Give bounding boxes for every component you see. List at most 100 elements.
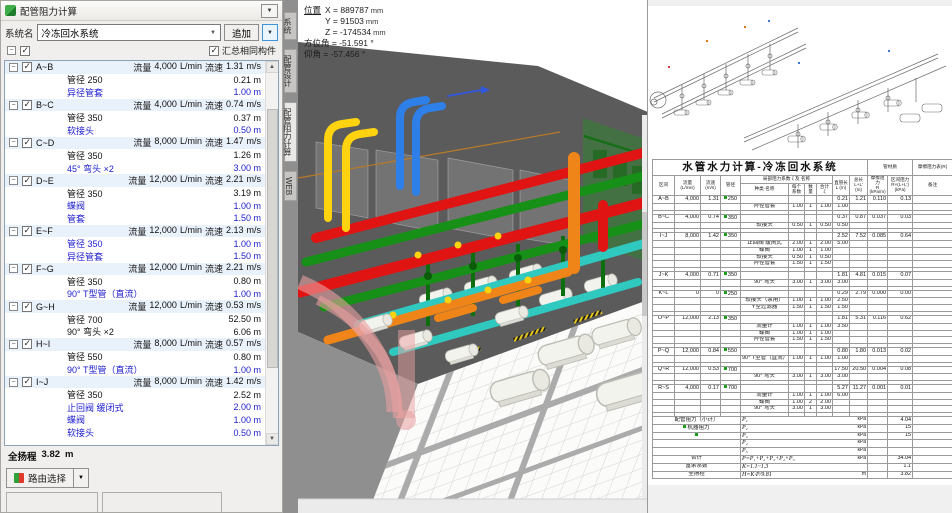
system-select[interactable]: 冷冻回水系统 ▼ (37, 24, 221, 41)
route-icon (14, 473, 24, 483)
segment-id: I~J (36, 377, 74, 387)
summary-row: P₄kPa (653, 440, 952, 448)
collapse-icon[interactable]: − (9, 227, 18, 236)
segment-item-row[interactable]: 异径管套1.50 m (5, 250, 265, 263)
segment-checkbox[interactable] (22, 302, 32, 312)
segment-item-row[interactable]: 异径管套1.00 m (5, 86, 265, 99)
panel-tab-配管设计[interactable]: 配管设计 (284, 49, 297, 93)
segment-item-row[interactable]: 管径 2500.21 m (5, 74, 265, 87)
segment-item-row[interactable]: 管径 70052.50 m (5, 313, 265, 326)
segment-stats: 流量12,000L/min流速2.21m/s (128, 174, 265, 187)
segment-item-row[interactable]: 软接头0.50 m (5, 426, 265, 439)
segment-item-row[interactable]: 90° 弯头 ×26.06 m (5, 325, 265, 338)
collapse-icon[interactable]: − (9, 378, 18, 387)
table-fitting-row: 软接头0.5010.50 (653, 254, 952, 261)
segment-item-row[interactable]: 蝶阀1.00 m (5, 414, 265, 427)
segment-stats: 流量8,000L/min流速1.47m/s (133, 136, 265, 149)
route-dropdown-button[interactable]: ▼ (74, 468, 89, 488)
segment-item-row[interactable]: 管径 3502.52 m (5, 388, 265, 401)
segment-stats: 流量8,000L/min流速0.57m/s (133, 338, 265, 351)
segment-item-row[interactable]: 45° 弯头 ×23.00 m (5, 162, 265, 175)
summary-row: 富余系数K=1.1~1.31.1 (653, 463, 952, 471)
segment-group-row[interactable]: −A~B流量4,000L/min流速1.31m/s (5, 61, 265, 74)
segment-group-row[interactable]: − C~D 流量8,000L/min流速1.47m/s (5, 137, 265, 150)
collapse-all-button[interactable]: − (7, 46, 16, 55)
add-dropdown-button[interactable]: ▼ (262, 24, 278, 41)
drawing-view[interactable]: 水管水力计算-冷冻回水系统管材质摩擦阻力表(R)区间流量 (L/min)流速 (… (648, 0, 952, 513)
segment-group-row[interactable]: −G~H流量12,000L/min流速0.53m/s (5, 300, 265, 313)
segment-checkbox[interactable] (22, 62, 32, 72)
segment-checkbox[interactable] (22, 138, 32, 148)
segment-stats: 流量4,000L/min流速1.31m/s (133, 61, 265, 74)
summary-row: 全扬程H=K·P/9.81m3.82 (653, 471, 952, 479)
total-head-label: 全扬程 (8, 449, 37, 463)
scroll-down-icon[interactable]: ▼ (266, 433, 279, 445)
collapse-icon[interactable]: − (9, 138, 18, 147)
collapse-icon[interactable]: − (9, 101, 18, 110)
table-fitting-row: 90° 弯头3.0013.003.00 (653, 279, 952, 286)
system-select-value: 冷冻回水系统 (42, 26, 99, 40)
segment-item-row[interactable]: 管径 3501.26 m (5, 149, 265, 162)
collapse-icon[interactable]: − (9, 302, 18, 311)
segment-checkbox[interactable] (22, 226, 32, 236)
segment-checkbox[interactable] (22, 264, 32, 274)
segment-group-row[interactable]: − F~G 流量12,000L/min流速2.21m/s (5, 263, 265, 276)
segment-list[interactable]: −A~B流量4,000L/min流速1.31m/s管径 2500.21 m异径管… (4, 60, 279, 446)
segment-checkbox[interactable] (22, 100, 32, 110)
check-all-checkbox[interactable] (20, 46, 30, 56)
segment-item-row[interactable]: 软接头0.50 m (5, 124, 265, 137)
segment-item-row[interactable]: 管径 3500.80 m (5, 275, 265, 288)
add-button[interactable]: 追加 (224, 24, 259, 41)
segment-checkbox[interactable] (22, 176, 32, 186)
segment-stats: 流量12,000L/min流速2.21m/s (128, 262, 265, 275)
collapse-icon[interactable]: − (9, 63, 18, 72)
route-select-button[interactable]: 路由选择 (6, 468, 74, 488)
list-scrollbar[interactable]: ▲ ▼ (265, 61, 278, 445)
table-fitting-row: 异径管套1.0011.001.00 (653, 204, 952, 211)
segment-group-row[interactable]: −D~E流量12,000L/min流速2.21m/s (5, 174, 265, 187)
segment-item-row[interactable]: 90° T型管（直流）1.00 m (5, 363, 265, 376)
summary-row: P₃kPa15 (653, 432, 952, 440)
scene-3d (298, 0, 648, 513)
table-fitting-row: 异径管套1.5011.50 (653, 337, 952, 344)
partial-button[interactable] (102, 492, 222, 512)
segment-checkbox[interactable] (22, 377, 32, 387)
collapse-icon[interactable]: − (9, 176, 18, 185)
summarize-checkbox[interactable] (209, 46, 219, 56)
panel-tab-WEB[interactable]: WEB (284, 171, 297, 201)
segment-item-row[interactable]: 90° T型管（直流）1.00 m (5, 288, 265, 301)
collapse-icon[interactable]: − (9, 264, 18, 273)
scroll-up-icon[interactable]: ▲ (266, 61, 279, 73)
table-row: I~J8,0001.423502.527.520.0850.64 (653, 233, 952, 241)
panel-tab-配管阻力计算[interactable]: 配管阻力计算× (284, 102, 297, 162)
segment-item-row[interactable]: 管径 5500.80 m (5, 351, 265, 364)
segment-group-row[interactable]: −E~F流量12,000L/min流速2.13m/s (5, 225, 265, 238)
position-label: 位置 (304, 5, 321, 15)
table-row: K~L002500.292.790.0000.00 (653, 290, 952, 298)
segment-stats: 流量8,000L/min流速1.42m/s (133, 376, 265, 389)
table-fitting-row: 流量计1.0011.003.50 (653, 323, 952, 330)
panel-menu-button[interactable]: ▼ (261, 4, 278, 18)
scroll-thumb[interactable] (267, 109, 278, 368)
partial-button[interactable] (6, 492, 98, 512)
table-fitting-row: 软接头（泵用）1.0011.002.50 (653, 298, 952, 305)
segment-item-row[interactable]: 管套1.50 m (5, 212, 265, 225)
segment-group-row[interactable]: − I~J 流量8,000L/min流速1.42m/s (5, 376, 265, 389)
segment-item-row[interactable]: 管径 3500.37 m (5, 111, 265, 124)
segment-group-row[interactable]: −B~C流量4,000L/min流速0.74m/s (5, 99, 265, 112)
segment-group-row[interactable]: −H~I流量8,000L/min流速0.57m/s (5, 338, 265, 351)
segment-checkbox[interactable] (22, 339, 32, 349)
segment-item-row[interactable]: 止回阀 缓闭式2.00 m (5, 401, 265, 414)
segment-item-row[interactable]: 管径 3501.00 m (5, 237, 265, 250)
system-name-label: 系统名 (5, 26, 34, 40)
isometric-sketch (648, 6, 952, 152)
panel-tab-系统[interactable]: 系统 (284, 12, 297, 40)
collapse-icon[interactable]: − (9, 340, 18, 349)
viewport-3d[interactable]: 位置X = 889787mmY = 91503mmZ = -174534mm方位… (298, 0, 648, 513)
segment-id: F~G (36, 264, 74, 274)
segment-item-row[interactable]: 蝶阀1.00 m (5, 200, 265, 213)
segment-id: C~D (36, 138, 74, 148)
table-fitting-row: 蝶阀1.0011.00 (653, 330, 952, 337)
segment-item-row[interactable]: 管径 3503.19 m (5, 187, 265, 200)
hydraulic-calc-table: 水管水力计算-冷冻回水系统管材质摩擦阻力表(R)区间流量 (L/min)流速 (… (652, 159, 952, 479)
